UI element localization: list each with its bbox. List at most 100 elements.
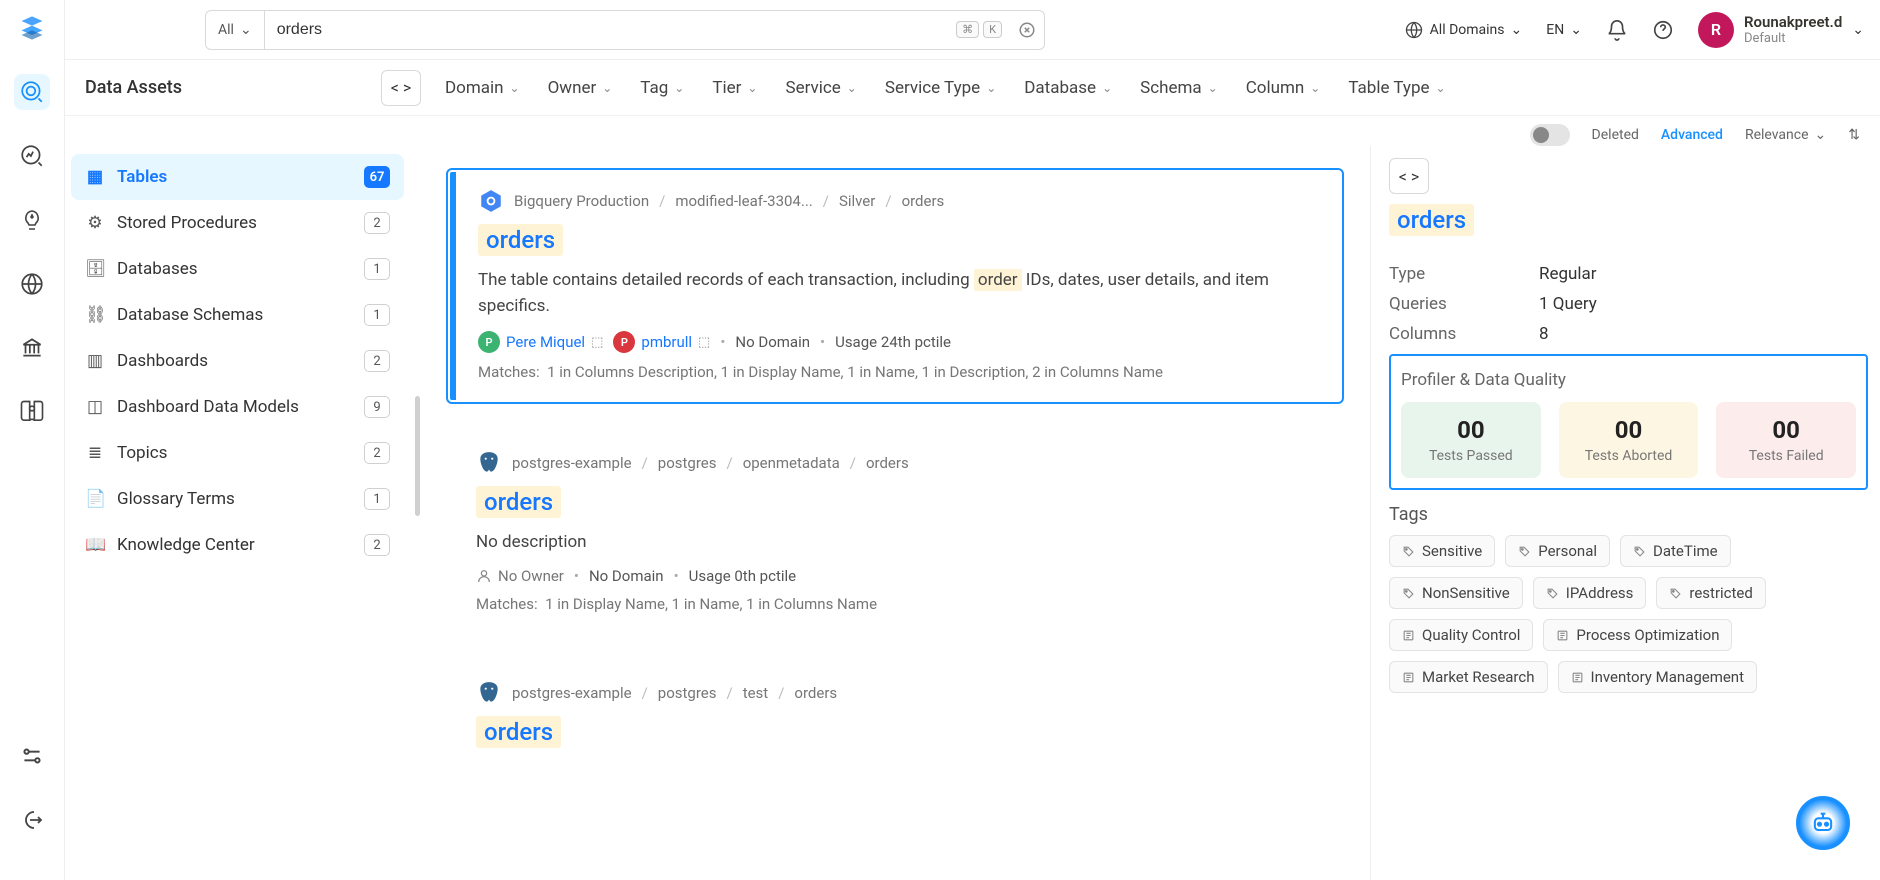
sort-direction-button[interactable]: ⇅ bbox=[1848, 127, 1860, 143]
chevron-down-icon: ⌄ bbox=[1511, 22, 1523, 38]
bell-icon bbox=[1606, 19, 1628, 41]
asset-label: Dashboard Data Models bbox=[117, 397, 299, 417]
glossary-icon bbox=[1556, 629, 1569, 642]
filter-schema[interactable]: Schema⌄ bbox=[1140, 78, 1218, 98]
advanced-link[interactable]: Advanced bbox=[1661, 127, 1723, 143]
breadcrumb-item[interactable]: postgres-example bbox=[512, 684, 632, 702]
nav-observe-icon[interactable] bbox=[14, 138, 50, 174]
detail-label: Queries bbox=[1389, 294, 1539, 314]
user-menu[interactable]: R Rounakpreet.d Default ⌄ bbox=[1698, 12, 1864, 48]
result-title[interactable]: orders bbox=[476, 716, 561, 748]
tag-chip[interactable]: Personal bbox=[1505, 535, 1610, 567]
owner-chip[interactable]: P pmbrull ⬚ bbox=[613, 331, 710, 353]
owner-avatar: P bbox=[478, 331, 500, 353]
detail-toggle-button[interactable]: < > bbox=[1389, 158, 1429, 194]
asset-type-glossary-terms[interactable]: 📄Glossary Terms1 bbox=[71, 476, 404, 522]
result-title[interactable]: orders bbox=[476, 486, 561, 518]
postgres-icon bbox=[476, 680, 502, 706]
notifications-button[interactable] bbox=[1606, 19, 1628, 41]
asset-icon: ◫ bbox=[85, 397, 105, 417]
asset-icon: 📄 bbox=[85, 489, 105, 509]
chat-bot-button[interactable] bbox=[1796, 796, 1850, 850]
nav-explore-icon[interactable] bbox=[14, 74, 50, 110]
domains-selector[interactable]: All Domains ⌄ bbox=[1404, 20, 1523, 40]
toggle-panel-button[interactable]: < > bbox=[381, 70, 421, 106]
relevance-sort[interactable]: Relevance ⌄ bbox=[1745, 127, 1826, 143]
asset-icon: ≣ bbox=[85, 443, 105, 463]
user-avatar: R bbox=[1698, 12, 1734, 48]
breadcrumb-item[interactable]: test bbox=[743, 684, 769, 702]
search-scope-label: All bbox=[218, 22, 234, 38]
tag-chip[interactable]: Sensitive bbox=[1389, 535, 1495, 567]
tag-chip[interactable]: DateTime bbox=[1620, 535, 1731, 567]
domain-label: No Domain bbox=[735, 333, 810, 351]
asset-count: 1 bbox=[364, 488, 390, 510]
breadcrumb-item[interactable]: Silver bbox=[839, 192, 875, 210]
bigquery-icon bbox=[478, 188, 504, 214]
help-button[interactable] bbox=[1652, 19, 1674, 41]
result-card[interactable]: postgres-example/ postgres/ openmetadata… bbox=[446, 432, 1344, 634]
nav-glossary-icon[interactable] bbox=[14, 394, 50, 430]
search-clear-button[interactable] bbox=[1010, 21, 1044, 39]
filter-service[interactable]: Service⌄ bbox=[785, 78, 856, 98]
search-scope-selector[interactable]: All ⌄ bbox=[206, 11, 265, 49]
breadcrumb-item[interactable]: postgres bbox=[658, 454, 717, 472]
deleted-toggle[interactable] bbox=[1530, 124, 1570, 146]
owner-chip[interactable]: P Pere Miquel ⬚ bbox=[478, 331, 603, 353]
result-card[interactable]: Bigquery Production/ modified-leaf-3304.… bbox=[446, 168, 1344, 404]
result-description: No description bbox=[476, 530, 1314, 556]
breadcrumb-item[interactable]: modified-leaf-3304... bbox=[675, 192, 812, 210]
asset-type-stored-procedures[interactable]: ⚙Stored Procedures2 bbox=[71, 200, 404, 246]
filter-database[interactable]: Database⌄ bbox=[1024, 78, 1112, 98]
asset-type-tables[interactable]: ▦Tables67 bbox=[71, 154, 404, 200]
breadcrumb-item[interactable]: openmetadata bbox=[743, 454, 840, 472]
nav-govern-icon[interactable] bbox=[14, 330, 50, 366]
breadcrumb-item[interactable]: orders bbox=[794, 684, 837, 702]
detail-title[interactable]: orders bbox=[1389, 204, 1474, 236]
tag-chip[interactable]: Process Optimization bbox=[1543, 619, 1732, 651]
asset-type-dashboard-data-models[interactable]: ◫Dashboard Data Models9 bbox=[71, 384, 404, 430]
breadcrumb-item[interactable]: orders bbox=[902, 192, 945, 210]
filter-domain[interactable]: Domain⌄ bbox=[445, 78, 520, 98]
nav-domains-icon[interactable] bbox=[14, 266, 50, 302]
logo-icon[interactable] bbox=[14, 10, 50, 46]
postgres-icon bbox=[476, 450, 502, 476]
breadcrumb-item[interactable]: Bigquery Production bbox=[514, 192, 649, 210]
tag-chip[interactable]: restricted bbox=[1656, 577, 1765, 609]
tag-chip[interactable]: Quality Control bbox=[1389, 619, 1533, 651]
tag-chip[interactable]: Inventory Management bbox=[1558, 661, 1758, 693]
tag-chip[interactable]: NonSensitive bbox=[1389, 577, 1523, 609]
filter-tag[interactable]: Tag⌄ bbox=[640, 78, 684, 98]
language-selector[interactable]: EN ⌄ bbox=[1546, 22, 1582, 38]
filter-column[interactable]: Column⌄ bbox=[1246, 78, 1321, 98]
topbar: All ⌄ ⌘ K All Domains ⌄ bbox=[65, 0, 1880, 60]
breadcrumb-item[interactable]: orders bbox=[866, 454, 909, 472]
filter-service-type[interactable]: Service Type⌄ bbox=[885, 78, 996, 98]
asset-type-database-schemas[interactable]: ⛓Database Schemas1 bbox=[71, 292, 404, 338]
tag-chip[interactable]: Market Research bbox=[1389, 661, 1548, 693]
search-input[interactable] bbox=[265, 11, 948, 49]
tag-chip[interactable]: IPAddress bbox=[1533, 577, 1647, 609]
result-title[interactable]: orders bbox=[478, 224, 563, 256]
nav-insights-icon[interactable] bbox=[14, 202, 50, 238]
filter-tier[interactable]: Tier⌄ bbox=[712, 78, 757, 98]
left-icon-rail bbox=[0, 0, 65, 880]
breadcrumb-item[interactable]: postgres bbox=[658, 684, 717, 702]
chevron-down-icon: ⌄ bbox=[1570, 22, 1582, 38]
asset-type-knowledge-center[interactable]: 📖Knowledge Center2 bbox=[71, 522, 404, 568]
asset-count: 2 bbox=[364, 212, 390, 234]
nav-logout-icon[interactable] bbox=[14, 802, 50, 838]
nav-settings-icon[interactable] bbox=[14, 738, 50, 774]
asset-type-topics[interactable]: ≣Topics2 bbox=[71, 430, 404, 476]
filter-owner[interactable]: Owner⌄ bbox=[548, 78, 613, 98]
asset-type-databases[interactable]: 🗄Databases1 bbox=[71, 246, 404, 292]
tag-label: Process Optimization bbox=[1576, 626, 1719, 644]
breadcrumb-item[interactable]: postgres-example bbox=[512, 454, 632, 472]
tag-label: Quality Control bbox=[1422, 626, 1520, 644]
asset-type-dashboards[interactable]: ▥Dashboards2 bbox=[71, 338, 404, 384]
tag-icon bbox=[1402, 587, 1415, 600]
detail-label: Columns bbox=[1389, 324, 1539, 344]
filter-table-type[interactable]: Table Type⌄ bbox=[1348, 78, 1445, 98]
asset-label: Database Schemas bbox=[117, 305, 263, 325]
result-card[interactable]: postgres-example/ postgres/ test/ orders… bbox=[446, 662, 1344, 760]
